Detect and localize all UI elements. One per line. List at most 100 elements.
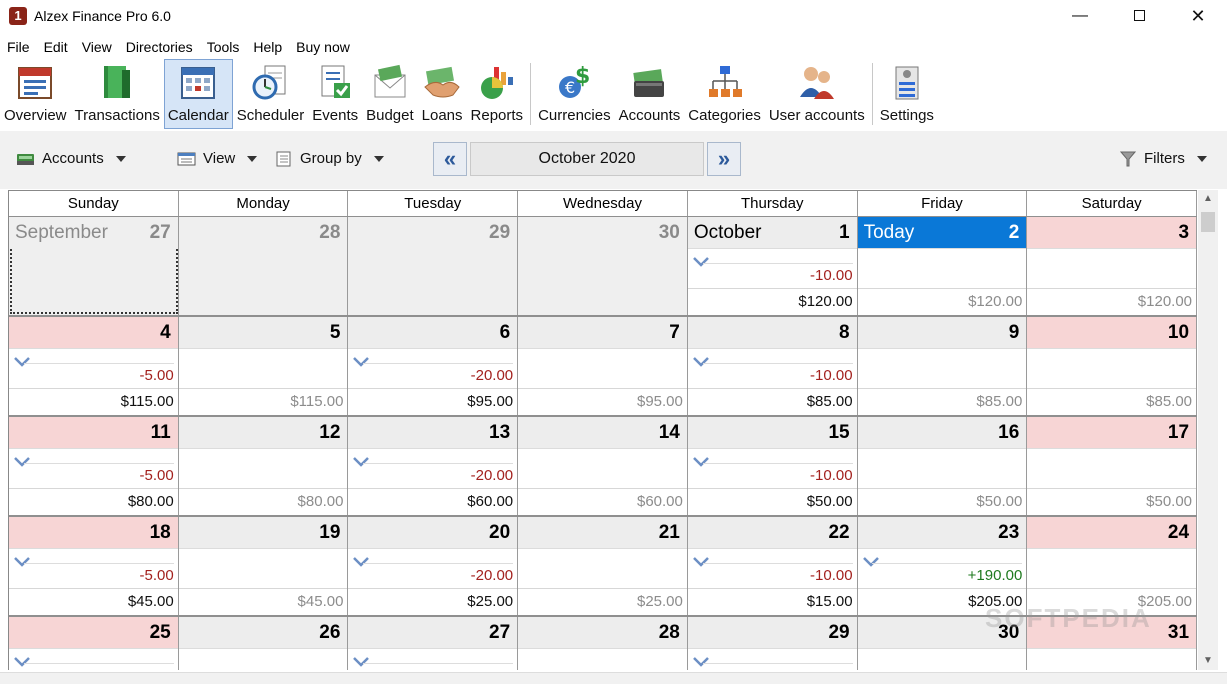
- calendar-day-cell[interactable]: 20 -20.00 $25.00: [348, 517, 519, 615]
- toolbar-user-accounts-button[interactable]: User accounts: [765, 59, 869, 129]
- toolbar-accounts-button[interactable]: Accounts: [615, 59, 685, 129]
- calendar-day-cell[interactable]: 22 -10.00 $15.00: [687, 517, 858, 615]
- menu-edit[interactable]: Edit: [37, 36, 75, 58]
- vertical-scrollbar[interactable]: ▲ ▼: [1198, 190, 1218, 670]
- calendar-day-cell[interactable]: 24 $205.00: [1027, 517, 1197, 615]
- calendar-day-cell[interactable]: 17 $50.00: [1027, 417, 1197, 515]
- calendar-day-cell[interactable]: 30: [857, 617, 1028, 670]
- calendar-day-cell[interactable]: 13 -20.00 $60.00: [348, 417, 519, 515]
- menu-directories[interactable]: Directories: [119, 36, 200, 58]
- toolbar-currencies-button[interactable]: € $ Currencies: [534, 59, 615, 129]
- calendar-day-cell[interactable]: 21 $25.00: [518, 517, 688, 615]
- transaction-amount[interactable]: -5.00: [23, 663, 174, 670]
- calendar-day-cell[interactable]: 25 -5.00: [9, 617, 179, 670]
- calendar-day-cell[interactable]: 19 $45.00: [178, 517, 349, 615]
- calendar-day-cell[interactable]: 7 $95.00: [518, 317, 688, 415]
- pie-chart-icon: [478, 63, 516, 101]
- toolbar-transactions-button[interactable]: Transactions: [71, 59, 164, 129]
- close-button[interactable]: ✕: [1169, 0, 1227, 32]
- scroll-down-icon[interactable]: ▼: [1198, 652, 1218, 670]
- transaction-amount[interactable]: -10.00: [702, 463, 853, 484]
- day-header: 12: [178, 417, 348, 449]
- calendar-day-cell[interactable]: 30: [518, 217, 688, 315]
- transaction-amount[interactable]: -10.00: [702, 563, 853, 584]
- calendar-day-cell[interactable]: 3 $120.00: [1027, 217, 1197, 315]
- day-header: September 27: [9, 217, 178, 249]
- calendar-day-cell[interactable]: September 27: [9, 217, 179, 315]
- calendar-day-cell[interactable]: 28: [518, 617, 688, 670]
- day-header: 29: [348, 217, 518, 249]
- day-number: 19: [319, 522, 341, 543]
- calendar-day-cell[interactable]: 27 -20.00: [348, 617, 519, 670]
- calendar-day-cell[interactable]: 18 -5.00 $45.00: [9, 517, 179, 615]
- scrollbar-thumb[interactable]: [1201, 212, 1215, 232]
- toolbar-events-button[interactable]: Events: [308, 59, 362, 129]
- toolbar-loans-button[interactable]: Loans: [418, 59, 467, 129]
- day-balance: $120.00: [1137, 293, 1193, 310]
- transaction-amount[interactable]: -20.00: [363, 563, 514, 584]
- toolbar-categories-button[interactable]: Categories: [684, 59, 765, 129]
- transaction-amount[interactable]: -20.00: [363, 663, 514, 670]
- calendar-day-cell[interactable]: 28: [178, 217, 349, 315]
- day-balance: $115.00: [120, 393, 174, 410]
- money-envelope-icon: [371, 63, 409, 101]
- menu-tools[interactable]: Tools: [200, 36, 247, 58]
- calendar-day-cell[interactable]: 9 $85.00: [857, 317, 1028, 415]
- calendar-day-cell[interactable]: 11 -5.00 $80.00: [9, 417, 179, 515]
- calendar-day-cell[interactable]: 8 -10.00 $85.00: [687, 317, 858, 415]
- day-header: 6: [348, 317, 518, 349]
- day-header: 5: [178, 317, 348, 349]
- transaction-amount[interactable]: -10.00: [702, 363, 853, 384]
- previous-month-button[interactable]: «: [433, 142, 467, 176]
- title-bar: 1 Alzex Finance Pro 6.0 — ✕: [0, 0, 1227, 34]
- menu-buy-now[interactable]: Buy now: [289, 36, 357, 58]
- day-number: 12: [319, 422, 341, 443]
- transaction-amount[interactable]: -20.00: [363, 363, 514, 384]
- day-header: 21: [518, 517, 687, 549]
- calendar-day-cell[interactable]: 5 $115.00: [178, 317, 349, 415]
- toolbar-settings-button[interactable]: Settings: [876, 59, 938, 129]
- scroll-up-icon[interactable]: ▲: [1198, 190, 1218, 208]
- toolbar-calendar-button[interactable]: Calendar: [163, 59, 233, 129]
- transaction-amount[interactable]: -5.00: [23, 463, 174, 484]
- calendar-day-cell[interactable]: October 1 -10.00 $120.00: [687, 217, 858, 315]
- calendar-day-cell[interactable]: Today 2 $120.00: [857, 217, 1028, 315]
- transaction-amount[interactable]: +190.00: [872, 563, 1023, 584]
- calendar-day-cell[interactable]: 29: [348, 217, 519, 315]
- calendar-day-cell[interactable]: 12 $80.00: [178, 417, 349, 515]
- balance-divider: [857, 488, 1027, 489]
- next-month-button[interactable]: »: [707, 142, 741, 176]
- calendar-day-cell[interactable]: 26: [178, 617, 349, 670]
- accounts-dropdown[interactable]: Accounts: [16, 150, 126, 167]
- calendar-day-cell[interactable]: 15 -10.00 $50.00: [687, 417, 858, 515]
- maximize-button[interactable]: [1110, 0, 1168, 32]
- minimize-button[interactable]: —: [1051, 0, 1109, 32]
- view-dropdown[interactable]: View: [177, 150, 258, 167]
- toolbar-budget-button[interactable]: Budget: [362, 59, 418, 129]
- day-balance: $120.00: [798, 293, 853, 310]
- calendar-week: 25 -5.00 26 27 -20.00 28 29 -10.00 30 31: [9, 617, 1197, 670]
- filters-dropdown[interactable]: Filters: [1119, 150, 1207, 167]
- transaction-amount[interactable]: -10.00: [702, 263, 853, 284]
- calendar-day-cell[interactable]: 31: [1027, 617, 1197, 670]
- menu-file[interactable]: File: [0, 36, 37, 58]
- calendar-day-cell[interactable]: 10 $85.00: [1027, 317, 1197, 415]
- weekday-thursday: Thursday: [687, 191, 858, 216]
- toolbar-scheduler-button[interactable]: Scheduler: [233, 59, 309, 129]
- toolbar-overview-button[interactable]: Overview: [0, 59, 71, 129]
- calendar-day-cell[interactable]: 23 +190.00 $205.00: [857, 517, 1028, 615]
- calendar-day-cell[interactable]: 6 -20.00 $95.00: [348, 317, 519, 415]
- calendar-day-cell[interactable]: 14 $60.00: [518, 417, 688, 515]
- transaction-amount[interactable]: -5.00: [23, 363, 174, 384]
- day-number: 5: [329, 322, 341, 343]
- calendar-day-cell[interactable]: 16 $50.00: [857, 417, 1028, 515]
- transaction-amount[interactable]: -10.00: [702, 663, 853, 670]
- menu-view[interactable]: View: [75, 36, 119, 58]
- group-by-dropdown[interactable]: Group by: [276, 150, 384, 167]
- transaction-amount[interactable]: -20.00: [363, 463, 514, 484]
- menu-help[interactable]: Help: [246, 36, 289, 58]
- calendar-day-cell[interactable]: 4 -5.00 $115.00: [9, 317, 179, 415]
- transaction-amount[interactable]: -5.00: [23, 563, 174, 584]
- calendar-day-cell[interactable]: 29 -10.00: [687, 617, 858, 670]
- toolbar-reports-button[interactable]: Reports: [467, 59, 528, 129]
